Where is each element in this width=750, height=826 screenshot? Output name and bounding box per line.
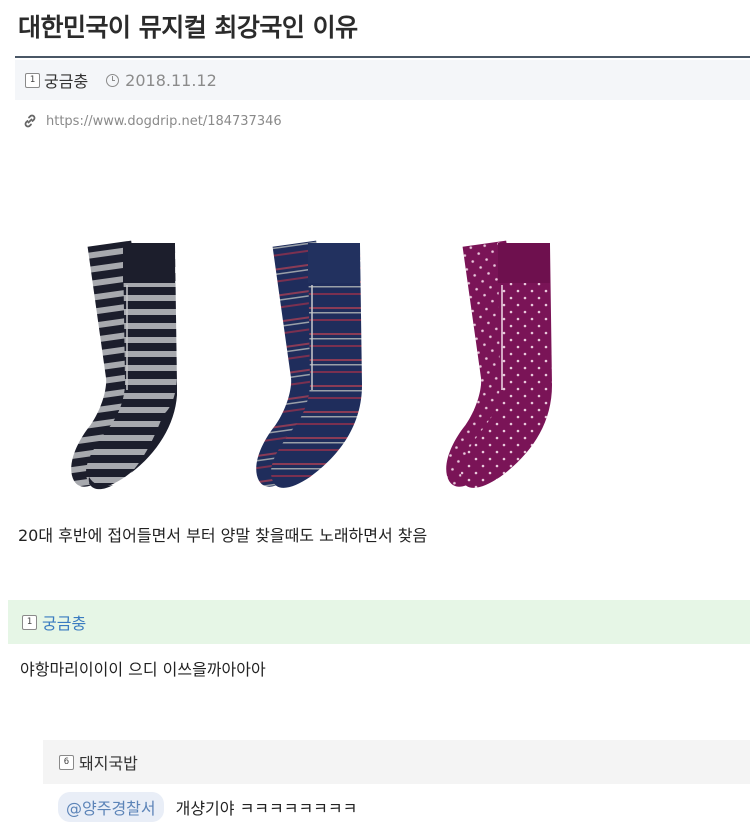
purple-dot-sock-pair [446, 240, 552, 488]
source-url[interactable]: https://www.dogdrip.net/184737346 [46, 114, 282, 129]
source-url-row[interactable]: https://www.dogdrip.net/184737346 [22, 113, 282, 129]
clock-icon [106, 73, 120, 87]
level-badge-icon: 6 [59, 754, 74, 770]
reply-author[interactable]: 6 돼지국밥 [59, 750, 138, 774]
comment-author-name[interactable]: 궁금충 [42, 610, 86, 634]
reply-text: 개샹기야 ㅋㅋㅋㅋㅋㅋㅋㅋ [175, 799, 358, 818]
level-badge-icon: 1 [22, 614, 37, 630]
post-body-text: 20대 후반에 접어들면서 부터 양말 찾을때도 노래하면서 찾음 [18, 526, 428, 545]
author-name[interactable]: 궁금충 [44, 68, 88, 92]
mention-tag[interactable]: @양주경찰서 [58, 792, 164, 822]
level-badge-icon: 1 [25, 72, 40, 88]
striped-sock-pair [71, 240, 177, 490]
comment-header: 1 궁금충 [8, 600, 750, 644]
post-date: 2018.11.12 [106, 71, 217, 90]
post-author[interactable]: 1 궁금충 [25, 68, 88, 92]
post-meta-bar: 1 궁금충 2018.11.12 [15, 60, 750, 100]
date-text: 2018.11.12 [125, 70, 217, 90]
reply-author-name[interactable]: 돼지국밥 [79, 750, 138, 774]
post-image [20, 225, 580, 500]
post-title: 대한민국이 뮤지컬 최강국인 이유 [18, 13, 358, 42]
navy-sock-pair [256, 240, 362, 488]
title-divider [15, 56, 750, 58]
reply-content: @양주경찰서 개샹기야 ㅋㅋㅋㅋㅋㅋㅋㅋ [58, 792, 357, 822]
link-icon [24, 114, 36, 128]
comment-author[interactable]: 1 궁금충 [22, 610, 86, 634]
reply-header: 6 돼지국밥 [43, 740, 750, 784]
comment-text: 야항마리이이이 으디 이쓰을까아아아 [20, 660, 266, 679]
